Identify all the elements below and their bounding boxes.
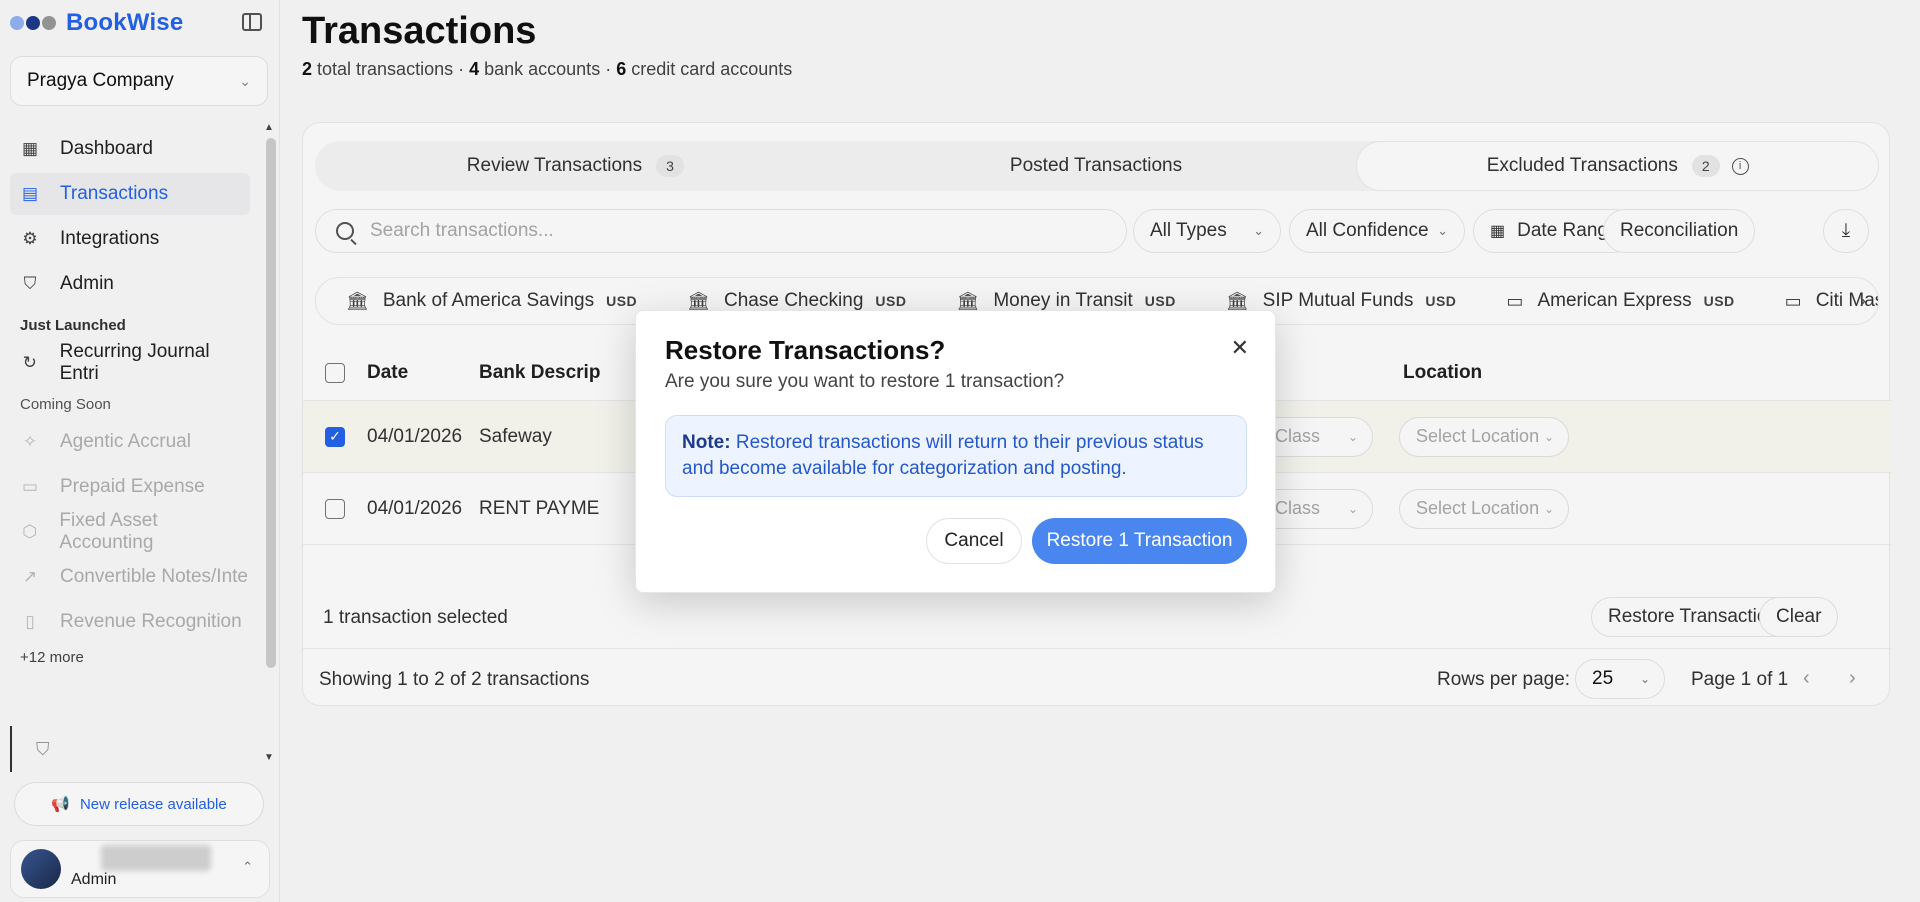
dialog-note: Note: Restored transactions will return … <box>665 415 1247 497</box>
confirm-restore-button[interactable]: Restore 1 Transaction <box>1032 518 1247 564</box>
dialog-title: Restore Transactions? <box>665 335 946 365</box>
cancel-button[interactable]: Cancel <box>926 518 1022 564</box>
dialog-description: Are you sure you want to restore 1 trans… <box>665 371 1065 392</box>
note-label: Note: <box>682 432 731 453</box>
close-icon[interactable]: ✕ <box>1231 335 1249 361</box>
note-text: Restored transactions will return to the… <box>682 432 1204 479</box>
restore-dialog: Restore Transactions? Are you sure you w… <box>635 310 1276 593</box>
